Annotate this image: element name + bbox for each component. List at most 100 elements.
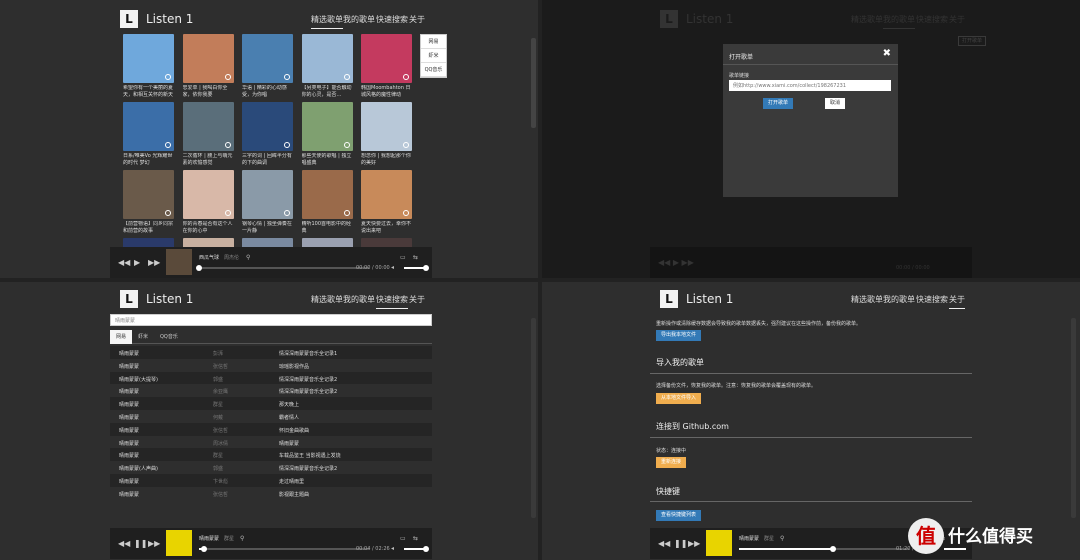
playlist-cover[interactable] — [182, 170, 234, 219]
cancel-button[interactable]: 取消 — [825, 98, 845, 109]
play-icon[interactable] — [284, 142, 290, 148]
table-row[interactable]: 晴雨蒙蒙(大提琴) 郭盛 情深深雨蒙蒙音乐全记录2 — [110, 371, 432, 385]
loop-icon[interactable]: ⇆ — [413, 535, 418, 542]
nav-quick-search[interactable]: 快速搜索 — [916, 14, 948, 25]
play-icon[interactable] — [165, 74, 171, 80]
next-icon[interactable]: ▶▶ — [688, 539, 700, 548]
playlist-caption[interactable]: 【前营物语】同乡同宗和前营的故事 — [123, 221, 174, 235]
progress-bar[interactable] — [199, 548, 369, 550]
search-input[interactable] — [110, 314, 432, 326]
play-icon[interactable] — [165, 210, 171, 216]
playlist-caption[interactable]: 华语 | 精彩的心动感受，为你唱 — [242, 85, 293, 99]
playlist-cover[interactable] — [123, 170, 174, 219]
progress-knob[interactable] — [829, 546, 836, 552]
playlist-tile[interactable]: 忠爱单 | 我喝白你全家，依你我要 — [182, 34, 234, 99]
playlist-caption[interactable]: 忠爱单 | 我喝白你全家，依你我要 — [183, 85, 234, 99]
table-row[interactable]: 晴雨蒙蒙 群星 车载品鉴王 当影视遇上发烧 — [110, 448, 432, 462]
playlist-cover[interactable] — [361, 34, 412, 83]
play-icon[interactable] — [224, 142, 231, 148]
playlist-caption[interactable]: 【另类电子】能否触动你的心灵，是否... — [302, 85, 353, 99]
song-cell[interactable]: 晴雨蒙蒙 — [119, 388, 139, 395]
playlist-link-input[interactable] — [729, 80, 891, 91]
source-option-netease[interactable]: 网易 — [421, 35, 446, 49]
playlist-caption[interactable]: 二次循环 | 腰上与萌元素的欢愉感觉 — [183, 153, 234, 167]
table-row[interactable]: 晴雨蒙蒙 周冰倩 晴雨蒙蒙 — [110, 436, 432, 449]
song-cell[interactable]: 晴雨蒙蒙 — [119, 414, 139, 421]
playlist-cover[interactable] — [242, 34, 293, 83]
source-dropdown[interactable]: 网易 虾米 QQ音乐 — [420, 34, 447, 78]
prev-icon[interactable]: ◀◀ — [118, 258, 130, 267]
next-icon[interactable]: ▶▶ — [148, 539, 160, 548]
playlist-caption[interactable]: 你的青春是否有这个人在你的心中 — [183, 221, 234, 235]
nav-about[interactable]: 关于 — [409, 294, 425, 305]
playlist-cover[interactable] — [301, 102, 353, 151]
song-cell[interactable]: 晴雨蒙蒙(人声曲) — [119, 465, 158, 472]
playlist-icon[interactable]: ▭ — [400, 254, 406, 261]
song-cell[interactable]: 晴雨蒙蒙 — [119, 440, 139, 447]
prev-icon[interactable]: ◀◀ — [658, 539, 670, 548]
tab-netease[interactable]: 网易 — [110, 330, 133, 344]
open-button[interactable]: 打开歌单 — [763, 98, 793, 109]
playlist-caption[interactable]: 希望你有一个美丽的夏天，和相互关怀的新天 — [123, 85, 174, 99]
link-icon[interactable]: ⚲ — [246, 254, 250, 261]
playlist-cover[interactable] — [301, 170, 353, 219]
play-icon[interactable] — [403, 74, 409, 80]
nav-playlists[interactable]: 精选歌单 — [311, 14, 343, 29]
progress-knob[interactable] — [196, 265, 202, 271]
play-icon[interactable] — [284, 74, 290, 80]
playlist-tile[interactable]: 那些天使的歌唱 | 独立唱盛典 — [301, 102, 353, 167]
volume-knob[interactable] — [423, 265, 429, 271]
table-row[interactable]: 晴雨蒙蒙 张信哲 怀旧金曲歌曲 — [110, 422, 432, 436]
playlist-caption[interactable]: 三字的词 | 回眸半分有的下的曲调 — [242, 153, 293, 167]
close-icon[interactable]: ✖ — [883, 48, 891, 59]
playlist-tile[interactable]: 夏天快要过去，幸你不说出来吧 — [361, 170, 412, 235]
playlist-cover[interactable] — [361, 170, 412, 219]
song-cell[interactable]: 晴雨蒙蒙 — [119, 350, 139, 357]
tab-xiami[interactable]: 虾米 — [132, 330, 154, 344]
scrollbar[interactable] — [531, 38, 536, 128]
nav-playlists[interactable]: 精选歌单 — [851, 294, 883, 305]
play-icon[interactable] — [403, 142, 409, 148]
progress-bar[interactable] — [739, 548, 909, 550]
playlist-tile[interactable]: 韩国Moombahton 日城风格的魔性律动 — [361, 34, 412, 99]
volume-icon[interactable]: ◂ — [391, 545, 394, 552]
playlist-cover[interactable] — [182, 102, 234, 151]
playlist-caption[interactable]: 夏天快要过去，幸你不说出来吧 — [361, 221, 412, 235]
playlist-cover[interactable] — [361, 102, 412, 151]
pause-icon[interactable]: ❚❚ — [134, 539, 147, 548]
nav-about[interactable]: 关于 — [949, 14, 965, 25]
reconnect-button[interactable]: 重新连接 — [656, 457, 687, 468]
nav-my-playlists[interactable]: 我的歌单 — [883, 294, 915, 305]
prev-icon[interactable]: ◀◀ — [118, 539, 130, 548]
shortcut-list-button[interactable]: 查看快捷键列表 — [656, 510, 702, 521]
link-icon[interactable]: ⚲ — [240, 535, 244, 542]
nav-quick-search[interactable]: 快速搜索 — [916, 294, 948, 305]
playlist-tile[interactable]: 精听100首电影中的经典 — [301, 170, 353, 235]
playlist-cover[interactable] — [182, 34, 234, 83]
playlist-tile[interactable]: 希望你有一个美丽的夏天，和相互关怀的新天 — [123, 34, 174, 99]
nav-my-playlists[interactable]: 我的歌单 — [343, 14, 375, 25]
play-icon[interactable] — [224, 74, 231, 80]
nav-quick-search[interactable]: 快速搜索 — [376, 14, 408, 25]
progress-bar[interactable] — [199, 267, 369, 269]
import-button[interactable]: 从本地文件导入 — [656, 393, 702, 404]
nav-playlists[interactable]: 精选歌单 — [851, 14, 883, 25]
playlist-cover[interactable] — [242, 170, 293, 219]
playlist-tile[interactable]: 钢琴心情 | 独坐弹奏在一片静 — [242, 170, 293, 235]
table-row[interactable]: 晴雨蒙蒙 张信哲 琼瑶影视作品 — [110, 359, 432, 372]
playlist-tile[interactable]: 【前营物语】同乡同宗和前营的故事 — [123, 170, 174, 235]
source-option-xiami[interactable]: 虾米 — [421, 49, 446, 63]
play-icon[interactable] — [224, 210, 231, 216]
play-icon[interactable] — [403, 210, 409, 216]
table-row[interactable]: 晴雨蒙蒙 群星 那天晚上 — [110, 397, 432, 410]
song-cell[interactable]: 晴雨蒙蒙 — [119, 491, 139, 498]
playlist-cover[interactable] — [123, 34, 174, 83]
table-row[interactable]: 晴雨蒙蒙 何戴 霸者情人 — [110, 410, 432, 423]
export-button[interactable]: 导出我本地文件 — [656, 330, 702, 341]
song-cell[interactable]: 晴雨蒙蒙 — [119, 478, 139, 485]
table-row[interactable]: 晴雨蒙蒙 余亚鹰 情深深雨蒙蒙音乐全记录2 — [110, 384, 432, 397]
pause-icon[interactable]: ❚❚ — [674, 539, 687, 548]
table-row[interactable]: 晴雨蒙蒙 彭湃 情深深雨蒙蒙音乐全记录1 — [110, 346, 432, 359]
playlist-tile[interactable]: 华语 | 精彩的心动感受，为你唱 — [242, 34, 293, 99]
table-row[interactable]: 晴雨蒙蒙 张信哲 影视跟主题曲 — [110, 487, 432, 500]
